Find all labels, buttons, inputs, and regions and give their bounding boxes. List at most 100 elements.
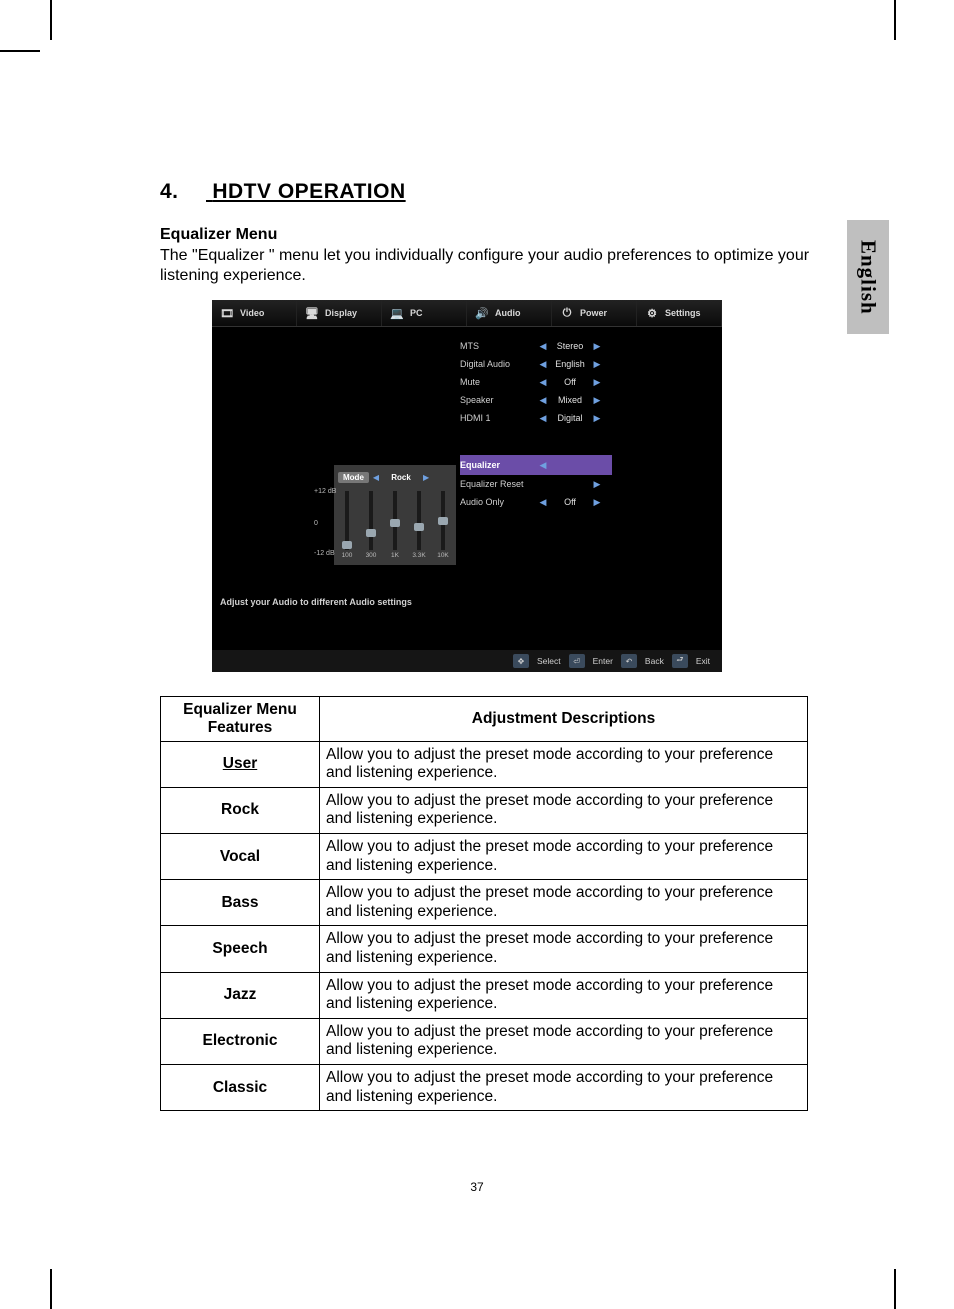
slider-thumb[interactable] — [366, 529, 376, 537]
language-tab: English — [847, 220, 889, 334]
table-row: ElectronicAllow you to adjust the preset… — [161, 1018, 808, 1064]
slider-track — [417, 491, 421, 550]
arrow-right-icon[interactable]: ▶ — [592, 497, 602, 508]
slider-thumb[interactable] — [342, 541, 352, 549]
osd-menu-item[interactable]: Digital Audio◀English▶ — [460, 355, 700, 373]
arrow-left-icon[interactable]: ◀ — [538, 359, 548, 370]
osd-tab-label: Power — [580, 308, 607, 318]
arrow-left-icon[interactable]: ◀ — [538, 497, 548, 508]
arrow-right-icon[interactable]: ▶ — [423, 473, 429, 482]
slider-thumb[interactable] — [414, 523, 424, 531]
osd-hint: Adjust your Audio to different Audio set… — [220, 597, 412, 607]
feature-description: Allow you to adjust the preset mode acco… — [320, 741, 808, 787]
feature-description: Allow you to adjust the preset mode acco… — [320, 787, 808, 833]
table-row: BassAllow you to adjust the preset mode … — [161, 880, 808, 926]
nav-back: Back — [645, 656, 664, 666]
eq-slider[interactable]: 10K — [436, 489, 450, 559]
eq-slider[interactable]: 100 — [340, 489, 354, 559]
eq-mode-label: Mode — [338, 472, 369, 483]
table-row: JazzAllow you to adjust the preset mode … — [161, 972, 808, 1018]
feature-name: Rock — [161, 787, 320, 833]
osd-tab-bar: 🎞 Video 🖥Display 💻PC 🔊Audio ⏻Power ⚙Setti… — [212, 300, 722, 327]
feature-description: Allow you to adjust the preset mode acco… — [320, 1018, 808, 1064]
slider-track — [345, 491, 349, 550]
arrow-right-icon[interactable]: ▶ — [592, 395, 602, 406]
slider-thumb[interactable] — [438, 517, 448, 525]
osd-menu-item[interactable]: Speaker◀Mixed▶ — [460, 391, 700, 409]
eq-mode-row[interactable]: Mode ◀ Rock ▶ — [338, 469, 452, 485]
crop-mark — [50, 1269, 52, 1309]
table-row: RockAllow you to adjust the preset mode … — [161, 787, 808, 833]
osd-tab-label: Video — [240, 308, 264, 318]
feature-description: Allow you to adjust the preset mode acco… — [320, 972, 808, 1018]
section-heading: HDTV OPERATION — [212, 180, 405, 203]
arrow-right-icon[interactable]: ▶ — [592, 341, 602, 352]
osd-menu-item[interactable]: Mute◀Off▶ — [460, 373, 700, 391]
osd-tab-video[interactable]: 🎞 Video — [212, 300, 297, 326]
pc-icon: 💻 — [388, 305, 406, 321]
equalizer-panel: Mode ◀ Rock ▶ +12 dB 0 -12 dB 1003001K3.… — [334, 465, 456, 565]
osd-menu-item[interactable]: Equalizer◀ — [460, 455, 612, 475]
slider-thumb[interactable] — [390, 519, 400, 527]
arrow-left-icon[interactable]: ◀ — [538, 460, 548, 471]
features-table: Equalizer Menu Features Adjustment Descr… — [160, 696, 808, 1111]
osd-menu-label: HDMI 1 — [460, 413, 538, 423]
page-number: 37 — [0, 1180, 954, 1194]
arrow-left-icon[interactable]: ◀ — [538, 377, 548, 388]
osd-menu-item[interactable]: MTS◀Stereo▶ — [460, 337, 700, 355]
feature-name: Jazz — [161, 972, 320, 1018]
eq-freq-label: 3.3K — [412, 552, 425, 559]
feature-description: Allow you to adjust the preset mode acco… — [320, 1064, 808, 1110]
osd-menu-item[interactable]: Equalizer Reset▶ — [460, 475, 700, 493]
audio-icon: 🔊 — [473, 305, 491, 321]
feature-name: Electronic — [161, 1018, 320, 1064]
arrow-left-icon[interactable]: ◀ — [538, 413, 548, 424]
eq-slider[interactable]: 3.3K — [412, 489, 426, 559]
exit-key-icon: ⮐ — [672, 654, 688, 668]
arrow-left-icon[interactable]: ◀ — [538, 341, 548, 352]
osd-tab-settings[interactable]: ⚙Settings — [637, 300, 722, 326]
osd-menu-value: Stereo — [548, 341, 592, 351]
osd-menu-item[interactable]: HDMI 1◀Digital▶ — [460, 409, 700, 427]
back-key-icon: ↶ — [621, 654, 637, 668]
table-row: ClassicAllow you to adjust the preset mo… — [161, 1064, 808, 1110]
feature-name: Bass — [161, 880, 320, 926]
arrow-left-icon[interactable]: ◀ — [538, 395, 548, 406]
crop-mark — [0, 50, 40, 52]
intro-text: The "Equalizer " menu let you individual… — [160, 246, 810, 286]
osd-menu-label: Speaker — [460, 395, 538, 405]
arrow-right-icon[interactable]: ▶ — [592, 377, 602, 388]
crop-mark — [894, 0, 896, 40]
osd-menu-item[interactable]: Audio Only◀Off▶ — [460, 493, 700, 511]
osd-menu-label: Mute — [460, 377, 538, 387]
video-icon: 🎞 — [218, 305, 236, 321]
osd-menu-label: MTS — [460, 341, 538, 351]
nav-enter: Enter — [593, 656, 613, 666]
osd-menu-value: Off — [548, 377, 592, 387]
osd-tab-power[interactable]: ⏻Power — [552, 300, 637, 326]
arrow-right-icon[interactable]: ▶ — [592, 359, 602, 370]
osd-menu-label: Equalizer — [460, 460, 538, 470]
slider-track — [369, 491, 373, 550]
eq-slider[interactable]: 1K — [388, 489, 402, 559]
osd-tab-audio[interactable]: 🔊Audio — [467, 300, 552, 326]
eq-slider[interactable]: 300 — [364, 489, 378, 559]
osd-tab-label: Settings — [665, 308, 701, 318]
arrow-right-icon[interactable]: ▶ — [592, 413, 602, 424]
osd-tab-display[interactable]: 🖥Display — [297, 300, 382, 326]
osd-menu-label: Digital Audio — [460, 359, 538, 369]
eq-freq-label: 10K — [437, 552, 449, 559]
osd-menu-value: Mixed — [548, 395, 592, 405]
eq-freq-label: 100 — [342, 552, 353, 559]
dpad-icon: ✥ — [513, 654, 529, 668]
slider-track — [441, 491, 445, 550]
arrow-right-icon[interactable]: ▶ — [592, 479, 602, 490]
section-number: 4. — [160, 180, 206, 204]
feature-name: User — [161, 741, 320, 787]
eq-axis-top: +12 dB — [314, 488, 336, 495]
osd-tab-pc[interactable]: 💻PC — [382, 300, 467, 326]
arrow-left-icon[interactable]: ◀ — [373, 473, 379, 482]
table-row: UserAllow you to adjust the preset mode … — [161, 741, 808, 787]
osd-menu-label: Audio Only — [460, 497, 538, 507]
nav-exit: Exit — [696, 656, 710, 666]
